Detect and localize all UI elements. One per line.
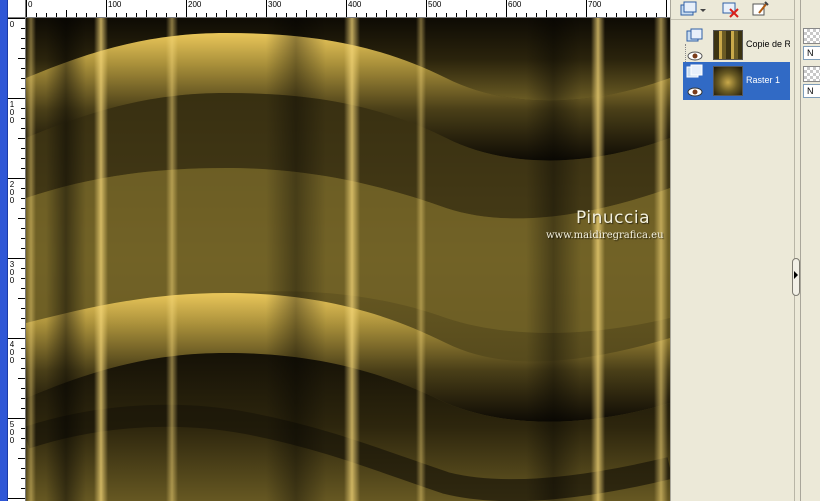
expand-arrow-icon [794,271,798,279]
layer-thumbnail-gradient [713,66,743,96]
ruler-label-200: 200 [188,0,202,9]
layers-toolbar [671,0,795,20]
visibility-eye-icon[interactable] [686,84,704,97]
transparency-swatch [803,28,820,44]
vruler-label-200: 200 [9,180,15,205]
ruler-label-300: 300 [268,0,282,9]
transparency-swatch [803,66,820,82]
ruler-vertical: 0 100 200 300 400 500 [8,18,26,501]
canvas-viewport: 0 100 200 300 400 500 600 700 0 100 200 … [8,0,678,501]
layer-properties-strip: N N [800,0,820,501]
blend-mode-field[interactable]: N [803,46,820,60]
edit-layer-icon[interactable] [751,1,771,18]
delete-layer-icon[interactable] [721,1,741,18]
ruler-label-0: 0 [28,0,33,9]
vruler-label-100: 100 [9,100,15,125]
layer-name: Raster 1 [746,75,781,85]
ruler-corner [8,0,26,18]
wave-artwork [26,18,670,501]
app-window: 0 100 200 300 400 500 600 700 0 100 200 … [0,0,820,501]
ruler-horizontal: 0 100 200 300 400 500 600 700 [26,0,670,18]
dropdown-arrow-icon[interactable] [699,1,707,18]
layer-name: Copie de R [746,39,790,49]
visibility-eye-icon[interactable] [686,48,704,61]
image-canvas[interactable]: Pinuccia www.maidiregrafica.eu [26,18,670,501]
splitter-handle[interactable] [792,258,800,296]
vruler-label-500: 500 [9,420,15,445]
watermark-url: www.maidiregrafica.eu [546,230,664,241]
ruler-label-700: 700 [588,0,602,9]
layer-row-raster-1[interactable]: Raster 1 [683,62,790,100]
ruler-label-500: 500 [428,0,442,9]
blend-mode-field[interactable]: N [803,84,820,98]
watermark-title: Pinuccia [576,208,650,228]
ruler-label-600: 600 [508,0,522,9]
window-left-edge [0,0,8,501]
vruler-label-300: 300 [9,260,15,285]
layer-thumbnail-pattern [713,30,743,60]
raster-layer-icon [686,64,704,80]
ruler-label-400: 400 [348,0,362,9]
vruler-label-400: 400 [9,340,15,365]
raster-layer-icon [686,28,704,44]
new-layer-icon[interactable] [679,1,699,18]
vruler-label-0: 0 [9,20,15,29]
ruler-label-100: 100 [108,0,122,9]
layers-palette: Copie de R Raster 1 [670,0,795,501]
layer-row-copy[interactable]: Copie de R [683,26,790,64]
